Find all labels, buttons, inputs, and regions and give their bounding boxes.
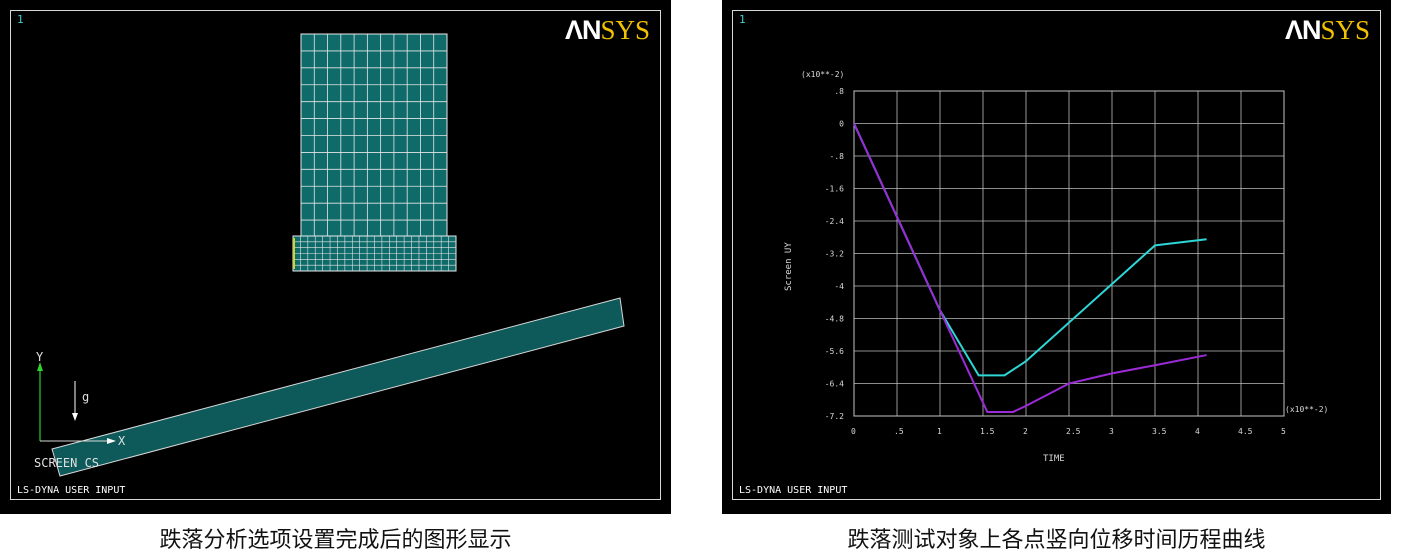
graphics-window-frame: 1 ΛNSYS Y X g SCREEN CS LS-DYNA USER INP… [10, 10, 661, 500]
chart-grid [853, 90, 1285, 417]
x-tick-label: 2 [1023, 427, 1028, 436]
graphics-window-frame: 1 ΛNSYS 0.5 1 1.5 2 2.5 3 3.5 4 4.5 5.8 0 -.8 -1.6 -2… [732, 10, 1381, 500]
y-tick-label: -.8 [830, 152, 845, 161]
y-tick-label: -2.4 [825, 217, 844, 226]
inclined-ground-plate [51, 297, 625, 477]
y-tick-label: -3.2 [825, 250, 844, 259]
x-tick-label: 5 [1281, 427, 1286, 436]
x-tick-label: 1.5 [980, 427, 995, 436]
series-line-2 [853, 123, 1207, 413]
y-tick-label: -7.2 [825, 412, 844, 421]
x-tick-label: 3 [1109, 427, 1114, 436]
time-history-panel: 1 ΛNSYS 0.5 1 1.5 2 2.5 3 3.5 4 4.5 5.8 0 -.8 -1.6 -2… [722, 0, 1391, 514]
status-footer: LS-DYNA USER INPUT [739, 485, 848, 496]
time-history-chart[interactable]: 0 .5 1 1.5 2 2.5 3 3.5 4 4.5 5 .8 0 -.8 -1.6 -2.4 -3.2 -4… [733, 11, 1382, 501]
y-tick-label: -1.6 [825, 185, 844, 194]
x-tick-label: 4.5 [1238, 427, 1253, 436]
x-tick-label: 4 [1195, 427, 1200, 436]
axis-x-label: X [118, 434, 126, 448]
y-tick-label: -6.4 [825, 380, 844, 389]
y-tick-label: -4.8 [825, 315, 844, 324]
x-tick-label: 2.5 [1066, 427, 1081, 436]
axis-y-label: Y [36, 350, 44, 364]
gravity-label: g [82, 390, 89, 404]
x-tick-label: .5 [894, 427, 904, 436]
series-line-1 [853, 123, 1207, 377]
upper-block-mesh [300, 33, 448, 238]
x-tick-label: 3.5 [1152, 427, 1167, 436]
x-axis-label: TIME [1043, 454, 1065, 464]
figure-caption-left: 跌落分析选项设置完成后的图形显示 [159, 528, 512, 553]
status-footer: LS-DYNA USER INPUT [17, 485, 126, 496]
figure-caption-right: 跌落测试对象上各点竖向位移时间历程曲线 [847, 528, 1266, 553]
x-tick-label: 1 [937, 427, 942, 436]
y-tick-label: .8 [834, 87, 844, 96]
y-tick-label: -4 [834, 282, 844, 291]
x-tick-label: 0 [851, 427, 856, 436]
lower-block-mesh [292, 235, 457, 272]
chart-series [853, 123, 1207, 413]
model-canvas[interactable]: Y X g SCREEN CS [11, 11, 662, 501]
y-axis-label: Screen UY [784, 242, 794, 291]
coordinate-triad [37, 362, 116, 444]
screen-cs-label: SCREEN CS [34, 456, 99, 470]
y-multiplier-label: (x10**-2) [801, 70, 844, 79]
x-multiplier-label: (x10**-2) [1285, 405, 1328, 414]
model-view-panel: 1 ΛNSYS Y X g SCREEN CS LS-DYNA USER INP… [0, 0, 671, 514]
y-tick-label: -5.6 [825, 347, 844, 356]
y-tick-label: 0 [839, 120, 844, 129]
